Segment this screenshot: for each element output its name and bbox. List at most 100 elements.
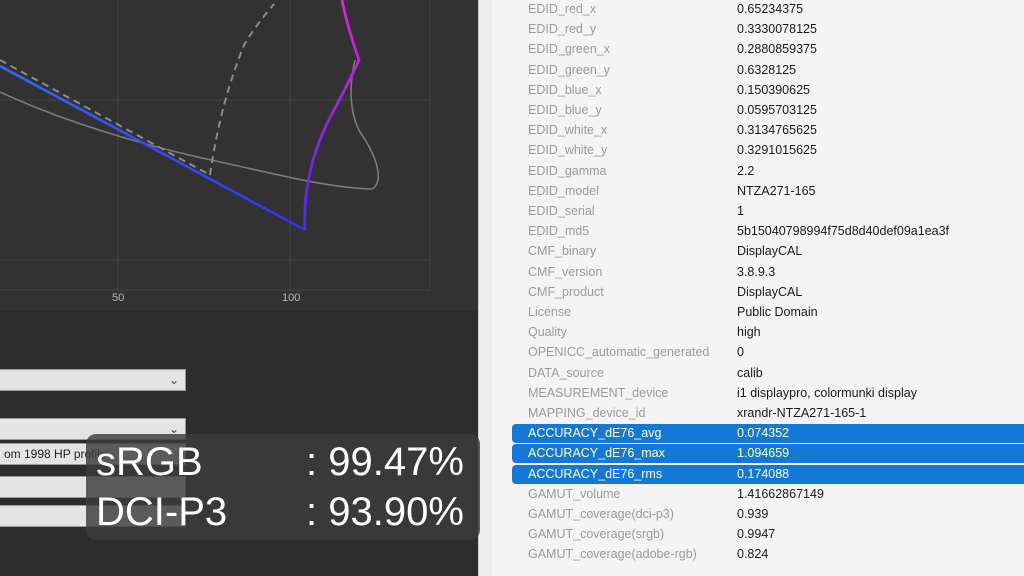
profile-combo-1-value: [0, 373, 4, 387]
property-row[interactable]: MEASUREMENT_device i1 displaypro, colormu…: [512, 384, 1024, 403]
property-value: 0.3330078125: [737, 22, 817, 37]
property-value: 0: [737, 345, 744, 360]
property-row[interactable]: License Public Domain: [512, 303, 1024, 322]
property-key: Quality: [528, 325, 567, 340]
property-value: Public Domain: [737, 305, 818, 319]
property-key: EDID_blue_y: [528, 103, 602, 117]
property-key: EDID_serial: [528, 204, 595, 218]
property-row[interactable]: EDID_serial 1: [512, 202, 1024, 221]
property-row[interactable]: ACCURACY_dE76_rms 0.174088: [512, 464, 1024, 484]
chevron-down-icon: ⌄: [168, 373, 179, 387]
property-row[interactable]: OPENICC_automatic_generated 0: [512, 343, 1024, 362]
property-row[interactable]: EDID_blue_x 0.150390625: [512, 81, 1024, 100]
panel-splitter[interactable]: [478, 0, 492, 576]
property-value: 1.094659: [737, 446, 790, 461]
property-row[interactable]: EDID_green_y 0.6328125: [512, 61, 1024, 80]
property-row[interactable]: ACCURACY_dE76_max 1.094659: [512, 444, 1024, 464]
gamut-magenta-edge: [303, 0, 361, 231]
property-value: 0.0595703125: [737, 103, 817, 117]
property-row[interactable]: CMF_version 3.8.9.3: [512, 263, 1024, 282]
property-value: 5b15040798994f75d8d40def09a1ea3f: [737, 224, 950, 239]
property-row[interactable]: EDID_md5 5b15040798994f75d8d40def09a1ea3f: [512, 222, 1024, 241]
property-key: DATA_source: [528, 365, 604, 380]
property-key: OPENICC_automatic_generated: [528, 345, 710, 360]
x-tick-50: 50: [112, 292, 125, 304]
property-value: 0.824: [737, 547, 769, 562]
property-row[interactable]: Quality high: [512, 323, 1024, 342]
property-value: high: [737, 325, 761, 340]
property-key: MAPPING_device_id: [528, 406, 646, 420]
profile-combo-1[interactable]: ⌄: [0, 369, 186, 391]
property-row[interactable]: GAMUT_coverage(srgb) 0.9947: [512, 525, 1024, 544]
property-value: 1: [737, 204, 744, 218]
property-row[interactable]: EDID_gamma 2.2: [512, 162, 1024, 181]
property-key: License: [528, 305, 572, 319]
property-key: EDID_green_x: [528, 42, 610, 57]
property-key: EDID_blue_x: [528, 82, 602, 97]
property-value: NTZA271-165: [737, 183, 816, 198]
property-value: DisplayCAL: [737, 244, 803, 259]
property-value: 0.9947: [737, 527, 776, 542]
property-row[interactable]: EDID_blue_y 0.0595703125: [512, 101, 1024, 120]
property-value: 0.2880859375: [737, 42, 817, 57]
property-key: EDID_model: [528, 183, 599, 198]
profile-combo-2-value: [0, 422, 4, 436]
property-key: EDID_red_x: [528, 2, 597, 16]
property-key: EDID_gamma: [528, 163, 607, 178]
coverage-dcip3-value: : 93.90%: [306, 490, 464, 534]
property-value: xrandr-NTZA271-165-1: [737, 406, 867, 420]
property-key: GAMUT_coverage(adobe-rgb): [528, 547, 697, 562]
property-key: ACCURACY_dE76_max: [528, 446, 665, 461]
property-key: EDID_md5: [528, 224, 590, 239]
property-row[interactable]: EDID_white_x 0.3134765625: [512, 121, 1024, 140]
property-value: 1.41662867149: [737, 486, 824, 501]
property-row[interactable]: MAPPING_device_id xrandr-NTZA271-165-1: [512, 404, 1024, 423]
property-row[interactable]: GAMUT_coverage(adobe-rgb) 0.824: [512, 545, 1024, 564]
x-tick-100: 100: [282, 292, 301, 304]
profile-properties-list: EDID_red_x 0.65234375 EDID_red_y 0.33300781…: [492, 0, 1024, 576]
property-value: 2.2: [737, 163, 755, 178]
coverage-dcip3-label: DCI-P3: [96, 490, 228, 534]
property-row[interactable]: EDID_red_y 0.3330078125: [512, 20, 1024, 39]
property-value: i1 displaypro, colormunki display: [737, 385, 917, 400]
property-key: GAMUT_coverage(dci-p3): [528, 507, 674, 521]
property-key: GAMUT_coverage(srgb): [528, 527, 665, 542]
property-row[interactable]: EDID_white_y 0.3291015625: [512, 141, 1024, 160]
coverage-srgb-value: : 99.47%: [306, 440, 464, 484]
property-key: ACCURACY_dE76_avg: [528, 426, 662, 441]
property-row[interactable]: EDID_red_x 0.65234375: [512, 0, 1024, 19]
property-row[interactable]: GAMUT_volume 1.41662867149: [512, 485, 1024, 504]
property-value: 0.174088: [737, 466, 790, 481]
property-key: CMF_product: [528, 284, 604, 299]
property-value: 0.074352: [737, 426, 790, 441]
property-row[interactable]: CMF_binary DisplayCAL: [512, 242, 1024, 261]
property-key: CMF_version: [528, 264, 603, 279]
spectral-locus: [0, 59, 380, 190]
property-row[interactable]: GAMUT_coverage(dci-p3) 0.939: [512, 505, 1024, 524]
property-key: ACCURACY_dE76_rms: [528, 466, 663, 481]
property-value: 0.6328125: [737, 62, 797, 77]
property-key: EDID_green_y: [528, 62, 610, 77]
property-row[interactable]: CMF_product DisplayCAL: [512, 283, 1024, 302]
gamut-plot: 50 100: [0, 0, 478, 310]
property-key: MEASUREMENT_device: [528, 385, 669, 400]
property-key: EDID_white_y: [528, 143, 608, 158]
property-key: EDID_white_x: [528, 123, 608, 138]
property-row[interactable]: DATA_source calib: [512, 364, 1024, 383]
property-value: 0.65234375: [737, 2, 804, 16]
property-key: CMF_binary: [528, 244, 597, 259]
property-value: 3.8.9.3: [737, 264, 776, 279]
property-value: DisplayCAL: [737, 284, 803, 299]
property-row[interactable]: EDID_model NTZA271-165: [512, 182, 1024, 201]
gamut-plot-canvas: [0, 0, 431, 291]
property-row[interactable]: ACCURACY_dE76_avg 0.074352: [512, 424, 1024, 444]
gamut-blue-edge: [0, 64, 306, 232]
property-value: 0.939: [737, 507, 769, 521]
coverage-overlay: sRGB : 99.47% DCI-P3 : 93.90%: [86, 434, 480, 540]
property-value: 0.3291015625: [737, 143, 817, 158]
coverage-srgb-label: sRGB: [96, 440, 203, 484]
property-value: 0.3134765625: [737, 123, 817, 138]
property-key: GAMUT_volume: [528, 486, 621, 501]
property-row[interactable]: EDID_green_x 0.2880859375: [512, 40, 1024, 59]
property-key: EDID_red_y: [528, 22, 597, 37]
